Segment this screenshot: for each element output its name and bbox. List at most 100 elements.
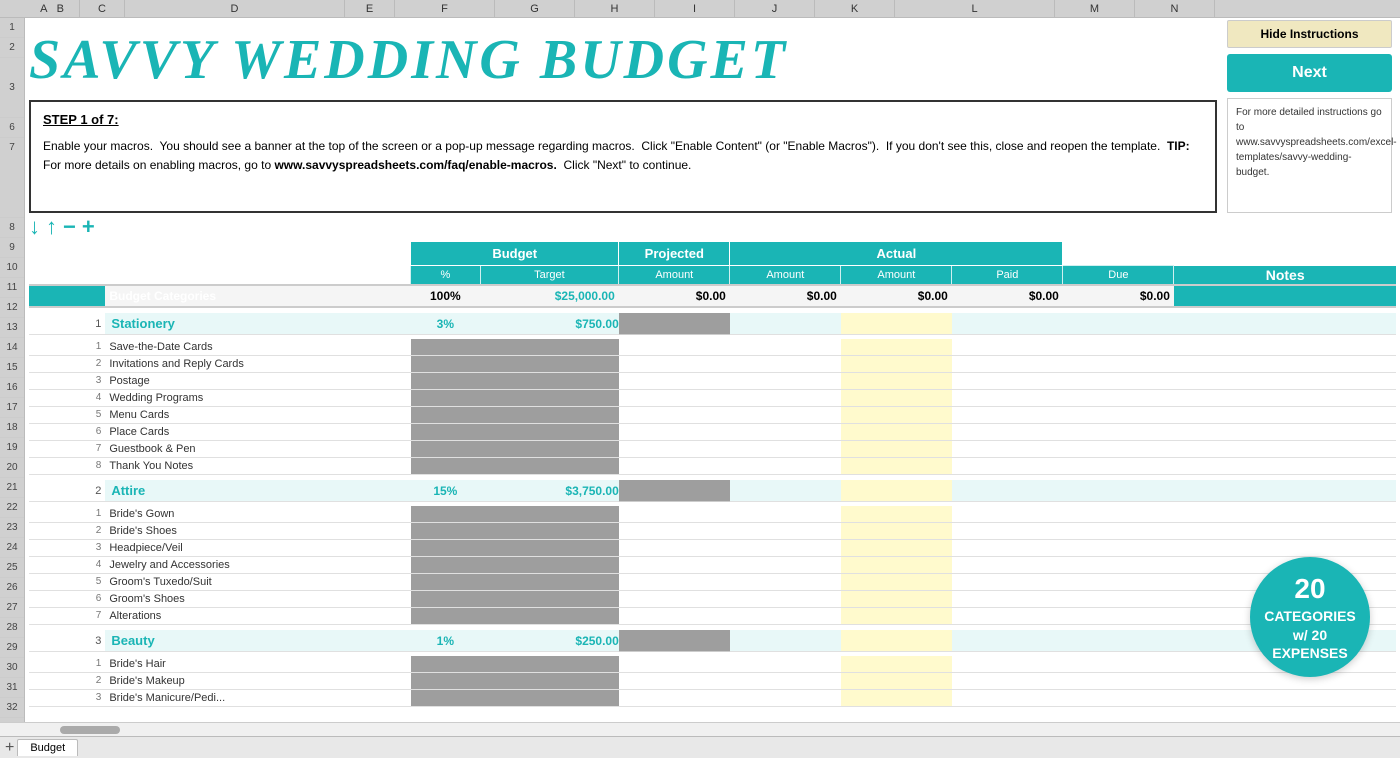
row-3-5: 3 bbox=[0, 58, 24, 118]
proj-amount-header: Amount bbox=[730, 266, 841, 286]
total-amount: $0.00 bbox=[619, 285, 730, 307]
row-33: 33 bbox=[0, 718, 24, 722]
row-28: 28 bbox=[0, 618, 24, 638]
total-actual: $0.00 bbox=[841, 285, 952, 307]
item-row-brides-gown: 1 Bride's Gown bbox=[29, 506, 1396, 523]
category-1-pct: 3% bbox=[411, 313, 480, 335]
total-target: $25,000.00 bbox=[480, 285, 619, 307]
col-m: M bbox=[1055, 0, 1135, 17]
item-row-guestbook: 7 Guestbook & Pen bbox=[29, 440, 1396, 457]
row-25: 25 bbox=[0, 558, 24, 578]
total-pct: 100% bbox=[411, 285, 480, 307]
actual-amount-header: Amount bbox=[841, 266, 952, 286]
row-23: 23 bbox=[0, 518, 24, 538]
item-row-menu-cards: 5 Menu Cards bbox=[29, 406, 1396, 423]
scrollbar-thumb[interactable] bbox=[60, 726, 120, 734]
column-headers: A B C D E F G H I J K L M N bbox=[0, 0, 1400, 18]
item-row-invitations: 2 Invitations and Reply Cards bbox=[29, 355, 1396, 372]
amount-header: Amount bbox=[619, 266, 730, 286]
item-row-headpiece: 3 Headpiece/Veil bbox=[29, 539, 1396, 556]
budget-header: Budget bbox=[411, 242, 619, 266]
categories-badge: 20 CATEGORIES w/ 20 EXPENSES bbox=[1250, 557, 1370, 677]
add-sheet-button[interactable]: + bbox=[5, 739, 14, 757]
cat1-actual bbox=[841, 313, 952, 335]
instructions-body: Enable your macros. You should see a ban… bbox=[43, 137, 1203, 175]
item-row-jewelry: 4 Jewelry and Accessories bbox=[29, 556, 1396, 573]
item-brides-mani: Bride's Manicure/Pedi... bbox=[105, 689, 410, 706]
item-menu-cards: Menu Cards bbox=[105, 406, 410, 423]
col-e: E bbox=[345, 0, 395, 17]
horizontal-scrollbar[interactable] bbox=[0, 722, 1400, 736]
down-arrow-button[interactable]: ↓ bbox=[29, 214, 40, 240]
more-info-box: For more detailed instructions go to www… bbox=[1227, 98, 1392, 213]
category-row-stationery: 1 Stationery 3% $750.00 bbox=[29, 313, 1396, 335]
col-a-b: A B bbox=[25, 0, 80, 17]
header-row-main: Budget Projected Actual bbox=[29, 242, 1396, 266]
col-h: H bbox=[575, 0, 655, 17]
item-row-grooms-shoes: 6 Groom's Shoes bbox=[29, 590, 1396, 607]
row-10: 10 bbox=[0, 258, 24, 278]
item-thank-you: Thank You Notes bbox=[105, 457, 410, 474]
item-brides-makeup: Bride's Makeup bbox=[105, 672, 410, 689]
row-6: 6 bbox=[0, 118, 24, 138]
item-postage: Postage bbox=[105, 372, 410, 389]
item-invitations: Invitations and Reply Cards bbox=[105, 355, 410, 372]
totals-row: Budget Categories 100% $25,000.00 $0.00 … bbox=[29, 285, 1396, 307]
row-14: 14 bbox=[0, 338, 24, 358]
target-header: Target bbox=[480, 266, 619, 286]
pct-header: % bbox=[411, 266, 480, 286]
row-16: 16 bbox=[0, 378, 24, 398]
row-22: 22 bbox=[0, 498, 24, 518]
row-17: 17 bbox=[0, 398, 24, 418]
row-11: 11 bbox=[0, 278, 24, 298]
category-3-target: $250.00 bbox=[480, 630, 619, 652]
col-n: N bbox=[1135, 0, 1215, 17]
plus-button[interactable]: + bbox=[82, 214, 95, 240]
row-13: 13 bbox=[0, 318, 24, 338]
row-31: 31 bbox=[0, 678, 24, 698]
budget-tab[interactable]: Budget bbox=[17, 739, 78, 756]
category-3-pct: 1% bbox=[411, 630, 480, 652]
side-panel: Hide Instructions Next For more detailed… bbox=[1227, 20, 1392, 213]
category-1-name: Stationery bbox=[111, 316, 175, 331]
item-row-brides-makeup: 2 Bride's Makeup bbox=[29, 672, 1396, 689]
header-row-sub: % Target Amount Amount Amount Paid Due N… bbox=[29, 266, 1396, 286]
row-numbers: 1 2 3 6 7 8 9 10 11 12 13 14 15 16 17 18… bbox=[0, 18, 25, 722]
step-label: STEP 1 of 7: bbox=[43, 110, 1203, 131]
item-row-place-cards: 6 Place Cards bbox=[29, 423, 1396, 440]
notes-total-cell bbox=[1174, 285, 1396, 307]
sheet-main-content: SAVVY WEDDING BUDGET STEP 1 of 7: Enable… bbox=[25, 18, 1400, 722]
next-button[interactable]: Next bbox=[1227, 54, 1392, 92]
col-c: C bbox=[80, 0, 125, 17]
item-brides-hair: Bride's Hair bbox=[105, 656, 410, 673]
item-row-brides-mani: 3 Bride's Manicure/Pedi... bbox=[29, 689, 1396, 706]
spreadsheet-app: A B C D E F G H I J K L M N 1 2 3 6 7 8 … bbox=[0, 0, 1400, 758]
item-row-tuxedo: 5 Groom's Tuxedo/Suit bbox=[29, 573, 1396, 590]
item-guestbook: Guestbook & Pen bbox=[105, 440, 410, 457]
budget-categories-label: Budget Categories bbox=[105, 285, 410, 307]
paid-header: Paid bbox=[952, 266, 1063, 286]
row-2: 2 bbox=[0, 38, 24, 58]
item-alterations: Alterations bbox=[105, 607, 410, 624]
col-i: I bbox=[655, 0, 735, 17]
col-k: K bbox=[815, 0, 895, 17]
row-19: 19 bbox=[0, 438, 24, 458]
item-grooms-shoes: Groom's Shoes bbox=[105, 590, 410, 607]
instructions-box: STEP 1 of 7: Enable your macros. You sho… bbox=[29, 100, 1217, 213]
item-brides-gown: Bride's Gown bbox=[105, 506, 410, 523]
item-jewelry: Jewelry and Accessories bbox=[105, 556, 410, 573]
row-24: 24 bbox=[0, 538, 24, 558]
minus-button[interactable]: − bbox=[63, 214, 76, 240]
up-arrow-button[interactable]: ↑ bbox=[46, 214, 57, 240]
item-row-save-date: 1 Save-the-Date Cards bbox=[29, 339, 1396, 356]
table-controls: ↓ ↑ − + bbox=[25, 213, 1400, 241]
projected-header: Projected bbox=[619, 242, 730, 266]
hide-instructions-button[interactable]: Hide Instructions bbox=[1227, 20, 1392, 48]
item-row-programs: 4 Wedding Programs bbox=[29, 389, 1396, 406]
col-j: J bbox=[735, 0, 815, 17]
item-row-alterations: 7 Alterations bbox=[29, 607, 1396, 624]
category-2-pct: 15% bbox=[411, 480, 480, 502]
total-due: $0.00 bbox=[1063, 285, 1174, 307]
row-32: 32 bbox=[0, 698, 24, 718]
badge-categories: CATEGORIES bbox=[1264, 607, 1356, 625]
